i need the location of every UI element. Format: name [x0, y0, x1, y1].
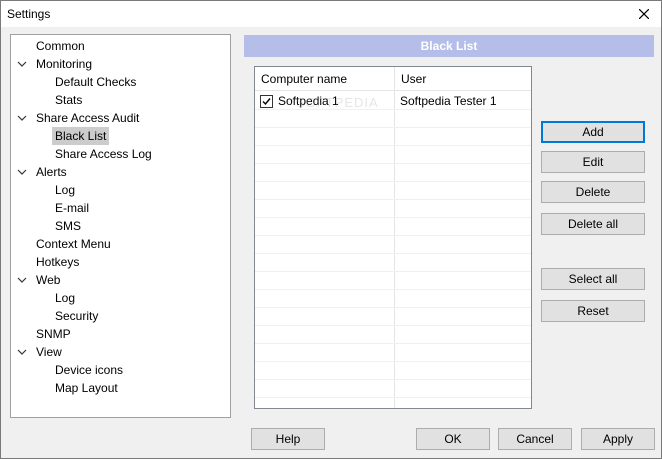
- tree-item-sms[interactable]: SMS: [52, 217, 84, 235]
- row-checkbox[interactable]: [260, 95, 273, 108]
- table-row[interactable]: [255, 146, 531, 164]
- table-row[interactable]: [255, 380, 531, 398]
- chevron-down-icon[interactable]: [17, 113, 27, 123]
- table-row[interactable]: [255, 326, 531, 344]
- delete-all-button[interactable]: Delete all: [541, 213, 645, 235]
- black-list-table[interactable]: Computer name User Softpedia 1 Softpedia …: [254, 66, 532, 409]
- settings-window: Settings Common Monitoring Default Checks S…: [0, 0, 662, 459]
- tree-item-web[interactable]: Web: [33, 271, 63, 289]
- table-row[interactable]: [255, 182, 531, 200]
- tree-item-map-layout[interactable]: Map Layout: [52, 379, 121, 397]
- cancel-button[interactable]: Cancel: [498, 428, 572, 450]
- checkmark-icon: [262, 98, 271, 106]
- table-row[interactable]: [255, 236, 531, 254]
- tree-item-security[interactable]: Security: [52, 307, 101, 325]
- apply-button[interactable]: Apply: [581, 428, 655, 450]
- table-row[interactable]: [255, 362, 531, 380]
- delete-button[interactable]: Delete: [541, 181, 645, 203]
- tree-item-common[interactable]: Common: [33, 37, 88, 55]
- select-all-button[interactable]: Select all: [541, 268, 645, 290]
- chevron-down-icon[interactable]: [17, 59, 27, 69]
- table-row[interactable]: [255, 128, 531, 146]
- tree-item-log[interactable]: Log: [52, 289, 78, 307]
- chevron-down-icon[interactable]: [17, 275, 27, 285]
- tree-item-log[interactable]: Log: [52, 181, 78, 199]
- title-bar: Settings: [1, 1, 661, 27]
- tree-item-default-checks[interactable]: Default Checks: [52, 73, 139, 91]
- tree-item-black-list[interactable]: Black List: [52, 127, 110, 145]
- tree-item-view[interactable]: View: [33, 343, 65, 361]
- table-row[interactable]: [255, 200, 531, 218]
- settings-tree[interactable]: Common Monitoring Default Checks Stats Share…: [10, 34, 231, 418]
- add-button[interactable]: Add: [541, 121, 645, 143]
- table-row[interactable]: [255, 254, 531, 272]
- tree-item-e-mail[interactable]: E-mail: [52, 199, 92, 217]
- table-row[interactable]: [255, 308, 531, 326]
- table-row[interactable]: [255, 218, 531, 236]
- table-row[interactable]: [255, 290, 531, 308]
- tree-item-alerts[interactable]: Alerts: [33, 163, 70, 181]
- chevron-down-icon[interactable]: [17, 167, 27, 177]
- cell-computer-name: Softpedia 1: [278, 94, 339, 108]
- section-header: Black List: [244, 35, 654, 57]
- help-button[interactable]: Help: [251, 428, 325, 450]
- ok-button[interactable]: OK: [416, 428, 490, 450]
- tree-item-share-access-audit[interactable]: Share Access Audit: [33, 109, 142, 127]
- tree-item-context-menu[interactable]: Context Menu: [33, 235, 114, 253]
- column-header-computer-name[interactable]: Computer name: [255, 67, 395, 91]
- table-row[interactable]: [255, 344, 531, 362]
- table-row[interactable]: [255, 272, 531, 290]
- edit-button[interactable]: Edit: [541, 151, 645, 173]
- window-title: Settings: [7, 7, 51, 21]
- table-row[interactable]: Softpedia 1 Softpedia Tester 1: [255, 92, 531, 110]
- cell-user: Softpedia Tester 1: [400, 94, 497, 108]
- table-row[interactable]: [255, 164, 531, 182]
- table-header: Computer name User: [255, 67, 531, 91]
- tree-item-monitoring[interactable]: Monitoring: [33, 55, 95, 73]
- tree-item-stats[interactable]: Stats: [52, 91, 85, 109]
- reset-button[interactable]: Reset: [541, 300, 645, 322]
- close-button[interactable]: [627, 1, 661, 27]
- chevron-down-icon[interactable]: [17, 347, 27, 357]
- table-row[interactable]: [255, 110, 531, 128]
- tree-item-share-access-log[interactable]: Share Access Log: [52, 145, 155, 163]
- tree-item-device-icons[interactable]: Device icons: [52, 361, 126, 379]
- column-header-user[interactable]: User: [395, 67, 531, 91]
- close-icon: [639, 9, 649, 19]
- tree-item-hotkeys[interactable]: Hotkeys: [33, 253, 82, 271]
- tree-item-snmp[interactable]: SNMP: [33, 325, 74, 343]
